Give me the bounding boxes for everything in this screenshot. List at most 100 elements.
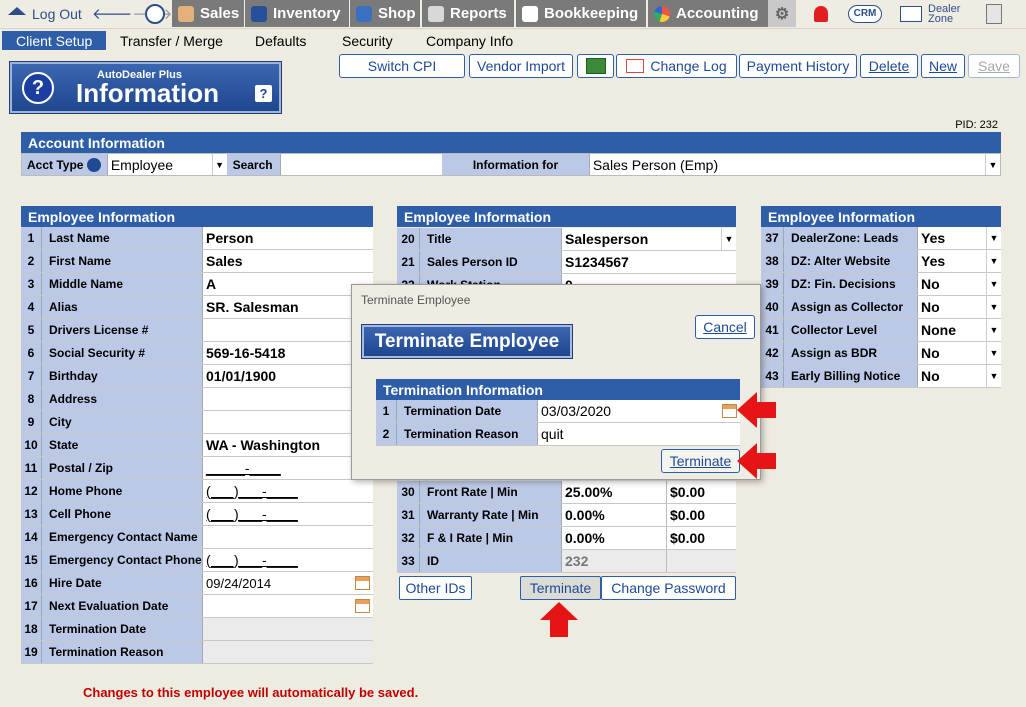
account-info-row: Acct Type Employee ▼ Search Information f… (21, 153, 1001, 176)
help-icon[interactable]: ? (255, 85, 272, 102)
field-input[interactable] (203, 388, 373, 410)
tab-inventory[interactable]: Inventory (245, 0, 349, 27)
left-row-11: 11 Postal / Zip _____-____ (21, 457, 373, 480)
field-input[interactable] (203, 319, 373, 341)
info-for-select[interactable]: Sales Person (Emp) ▼ (589, 154, 1000, 175)
export-button[interactable] (577, 54, 614, 78)
dealer-zone-button[interactable]: Dealer Zone (900, 0, 970, 27)
field-label: Termination Date (42, 618, 203, 640)
acct-type-select[interactable]: Employee ▼ (107, 154, 227, 175)
crm-button[interactable]: CRM (847, 0, 883, 27)
change-password-button[interactable]: Change Password (601, 576, 736, 600)
field-select[interactable]: No ▼ (918, 296, 1001, 318)
field-input[interactable]: _____-____ (203, 457, 373, 479)
field-input[interactable]: Salesperson ▼ (562, 228, 736, 250)
field-input[interactable]: (___)___-____ (203, 503, 373, 525)
spreadsheet-icon (585, 58, 606, 74)
mid-row-33: 33 ID 232 (397, 550, 736, 573)
terminate-button[interactable]: Terminate (520, 576, 601, 600)
right-row-42: 42 Assign as BDR No ▼ (761, 342, 1001, 365)
field-input[interactable]: S1234567 (562, 251, 736, 273)
field-label: State (42, 434, 203, 456)
history-nav[interactable]: 🡐🡒▼ (92, 0, 182, 27)
tab-reports[interactable]: Reports (422, 0, 514, 27)
calendar-icon[interactable] (355, 576, 370, 590)
home-icon (8, 6, 26, 15)
field-input[interactable]: Sales (203, 250, 373, 272)
search-input[interactable] (281, 154, 443, 175)
field-input-min[interactable] (666, 550, 736, 572)
field-input[interactable] (203, 618, 373, 640)
field-label: Hire Date (42, 572, 203, 594)
user-face-icon[interactable] (145, 0, 169, 27)
mid-panel-header: Employee Information (397, 206, 736, 227)
tab-bookkeeping[interactable]: Bookkeeping (516, 0, 646, 27)
calendar-icon[interactable] (355, 599, 370, 613)
tab-sales[interactable]: Sales (172, 0, 244, 27)
field-label: DZ: Alter Website (784, 250, 918, 272)
field-input[interactable]: 09/24/2014 (203, 572, 373, 594)
row-number: 18 (21, 618, 42, 640)
switch-cpi-button[interactable]: Switch CPI (339, 54, 465, 78)
tab-accounting[interactable]: Accounting (648, 0, 768, 27)
other-ids-button[interactable]: Other IDs (399, 576, 472, 600)
chevron-down-icon: ▼ (984, 154, 1000, 175)
field-input[interactable]: 232 (562, 550, 666, 572)
settings-button[interactable]: ⚙ (768, 0, 796, 27)
vendor-import-button[interactable]: Vendor Import (469, 54, 573, 78)
field-input-min[interactable]: $0.00 (666, 504, 736, 526)
field-input[interactable]: Person (203, 227, 373, 249)
right-row-38: 38 DZ: Alter Website Yes ▼ (761, 250, 1001, 273)
lookup-icon[interactable] (87, 157, 102, 172)
field-select[interactable]: No ▼ (918, 342, 1001, 364)
calculator-button[interactable] (986, 0, 1006, 27)
field-input[interactable] (203, 526, 373, 548)
dialog-terminate-button[interactable]: Terminate (661, 449, 740, 473)
field-select[interactable]: No ▼ (918, 273, 1001, 295)
row-number: 38 (761, 250, 784, 272)
field-select[interactable]: Yes ▼ (918, 250, 1001, 272)
field-select[interactable]: None ▼ (918, 319, 1001, 341)
payment-history-button[interactable]: Payment History (739, 54, 857, 78)
field-select[interactable]: No ▼ (918, 365, 1001, 387)
tab-company-info[interactable]: Company Info (412, 31, 527, 50)
field-input[interactable] (203, 411, 373, 433)
tab-security[interactable]: Security (328, 31, 407, 50)
delete-button[interactable]: Delete (860, 54, 918, 78)
field-input[interactable]: 01/01/1900 (203, 365, 373, 387)
field-input[interactable] (203, 641, 373, 663)
field-input[interactable]: 25.00% (562, 481, 666, 503)
field-input-min[interactable]: $0.00 (666, 527, 736, 549)
new-button[interactable]: New (921, 54, 965, 78)
field-input-min[interactable]: $0.00 (666, 481, 736, 503)
field-label: Early Billing Notice (784, 365, 918, 387)
calendar-icon[interactable] (722, 404, 737, 418)
tab-transfer-merge[interactable]: Transfer / Merge (106, 31, 237, 50)
field-input[interactable]: (___)___-____ (203, 549, 373, 571)
field-input[interactable]: A (203, 273, 373, 295)
back-arrow-icon[interactable]: 🡐 (92, 4, 132, 23)
field-input[interactable]: SR. Salesman (203, 296, 373, 318)
field-input[interactable]: WA - Washington (203, 434, 373, 456)
tab-shop[interactable]: Shop (350, 0, 420, 27)
chevron-down-icon: ▼ (986, 319, 1001, 341)
save-button[interactable]: Save (968, 54, 1020, 78)
field-input[interactable]: 0.00% (562, 527, 666, 549)
field-input[interactable] (203, 595, 373, 617)
termination-date-input[interactable]: 03/03/2020 (538, 400, 740, 422)
crm-cloud-icon: CRM (848, 4, 882, 23)
cancel-button[interactable]: Cancel (695, 315, 755, 339)
notifications-button[interactable] (810, 0, 832, 27)
field-input[interactable]: (___)___-____ (203, 480, 373, 502)
row-number: 1 (21, 227, 42, 249)
field-input[interactable]: 0.00% (562, 504, 666, 526)
tab-defaults[interactable]: Defaults (241, 31, 320, 50)
left-row-4: 4 Alias SR. Salesman (21, 296, 373, 319)
logout-link[interactable]: Log Out (8, 0, 88, 27)
field-input[interactable]: 569-16-5418 (203, 342, 373, 364)
search-label: Search (226, 154, 282, 175)
termination-reason-input[interactable]: quit (538, 423, 740, 445)
field-select[interactable]: Yes ▼ (918, 227, 1001, 249)
tab-client-setup[interactable]: Client Setup (2, 31, 107, 50)
change-log-button[interactable]: Change Log (616, 54, 737, 78)
